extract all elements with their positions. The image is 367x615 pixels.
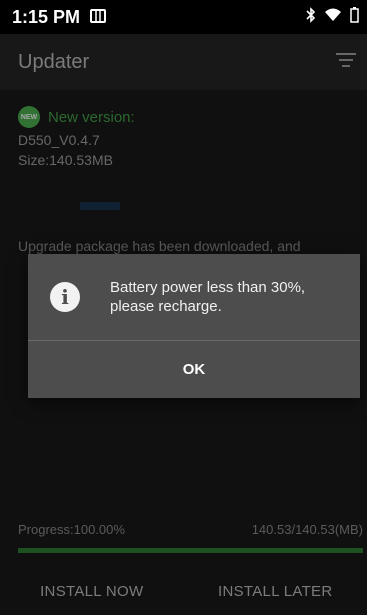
wifi-icon <box>324 8 342 27</box>
dialog-message: Battery power less than 30%, please rech… <box>110 279 306 315</box>
status-left: 1:15 PM <box>12 6 107 28</box>
dialog-body: i Battery power less than 30%, please re… <box>28 254 360 340</box>
status-time: 1:15 PM <box>12 6 81 27</box>
info-icon: i <box>50 282 80 312</box>
status-bar: 1:15 PM <box>0 0 367 34</box>
battery-icon <box>350 6 359 28</box>
bluetooth-icon <box>306 6 316 28</box>
notification-icon <box>90 7 107 28</box>
battery-warning-dialog: i Battery power less than 30%, please re… <box>28 254 360 398</box>
ok-button[interactable]: OK <box>28 341 360 398</box>
status-right <box>306 6 359 28</box>
